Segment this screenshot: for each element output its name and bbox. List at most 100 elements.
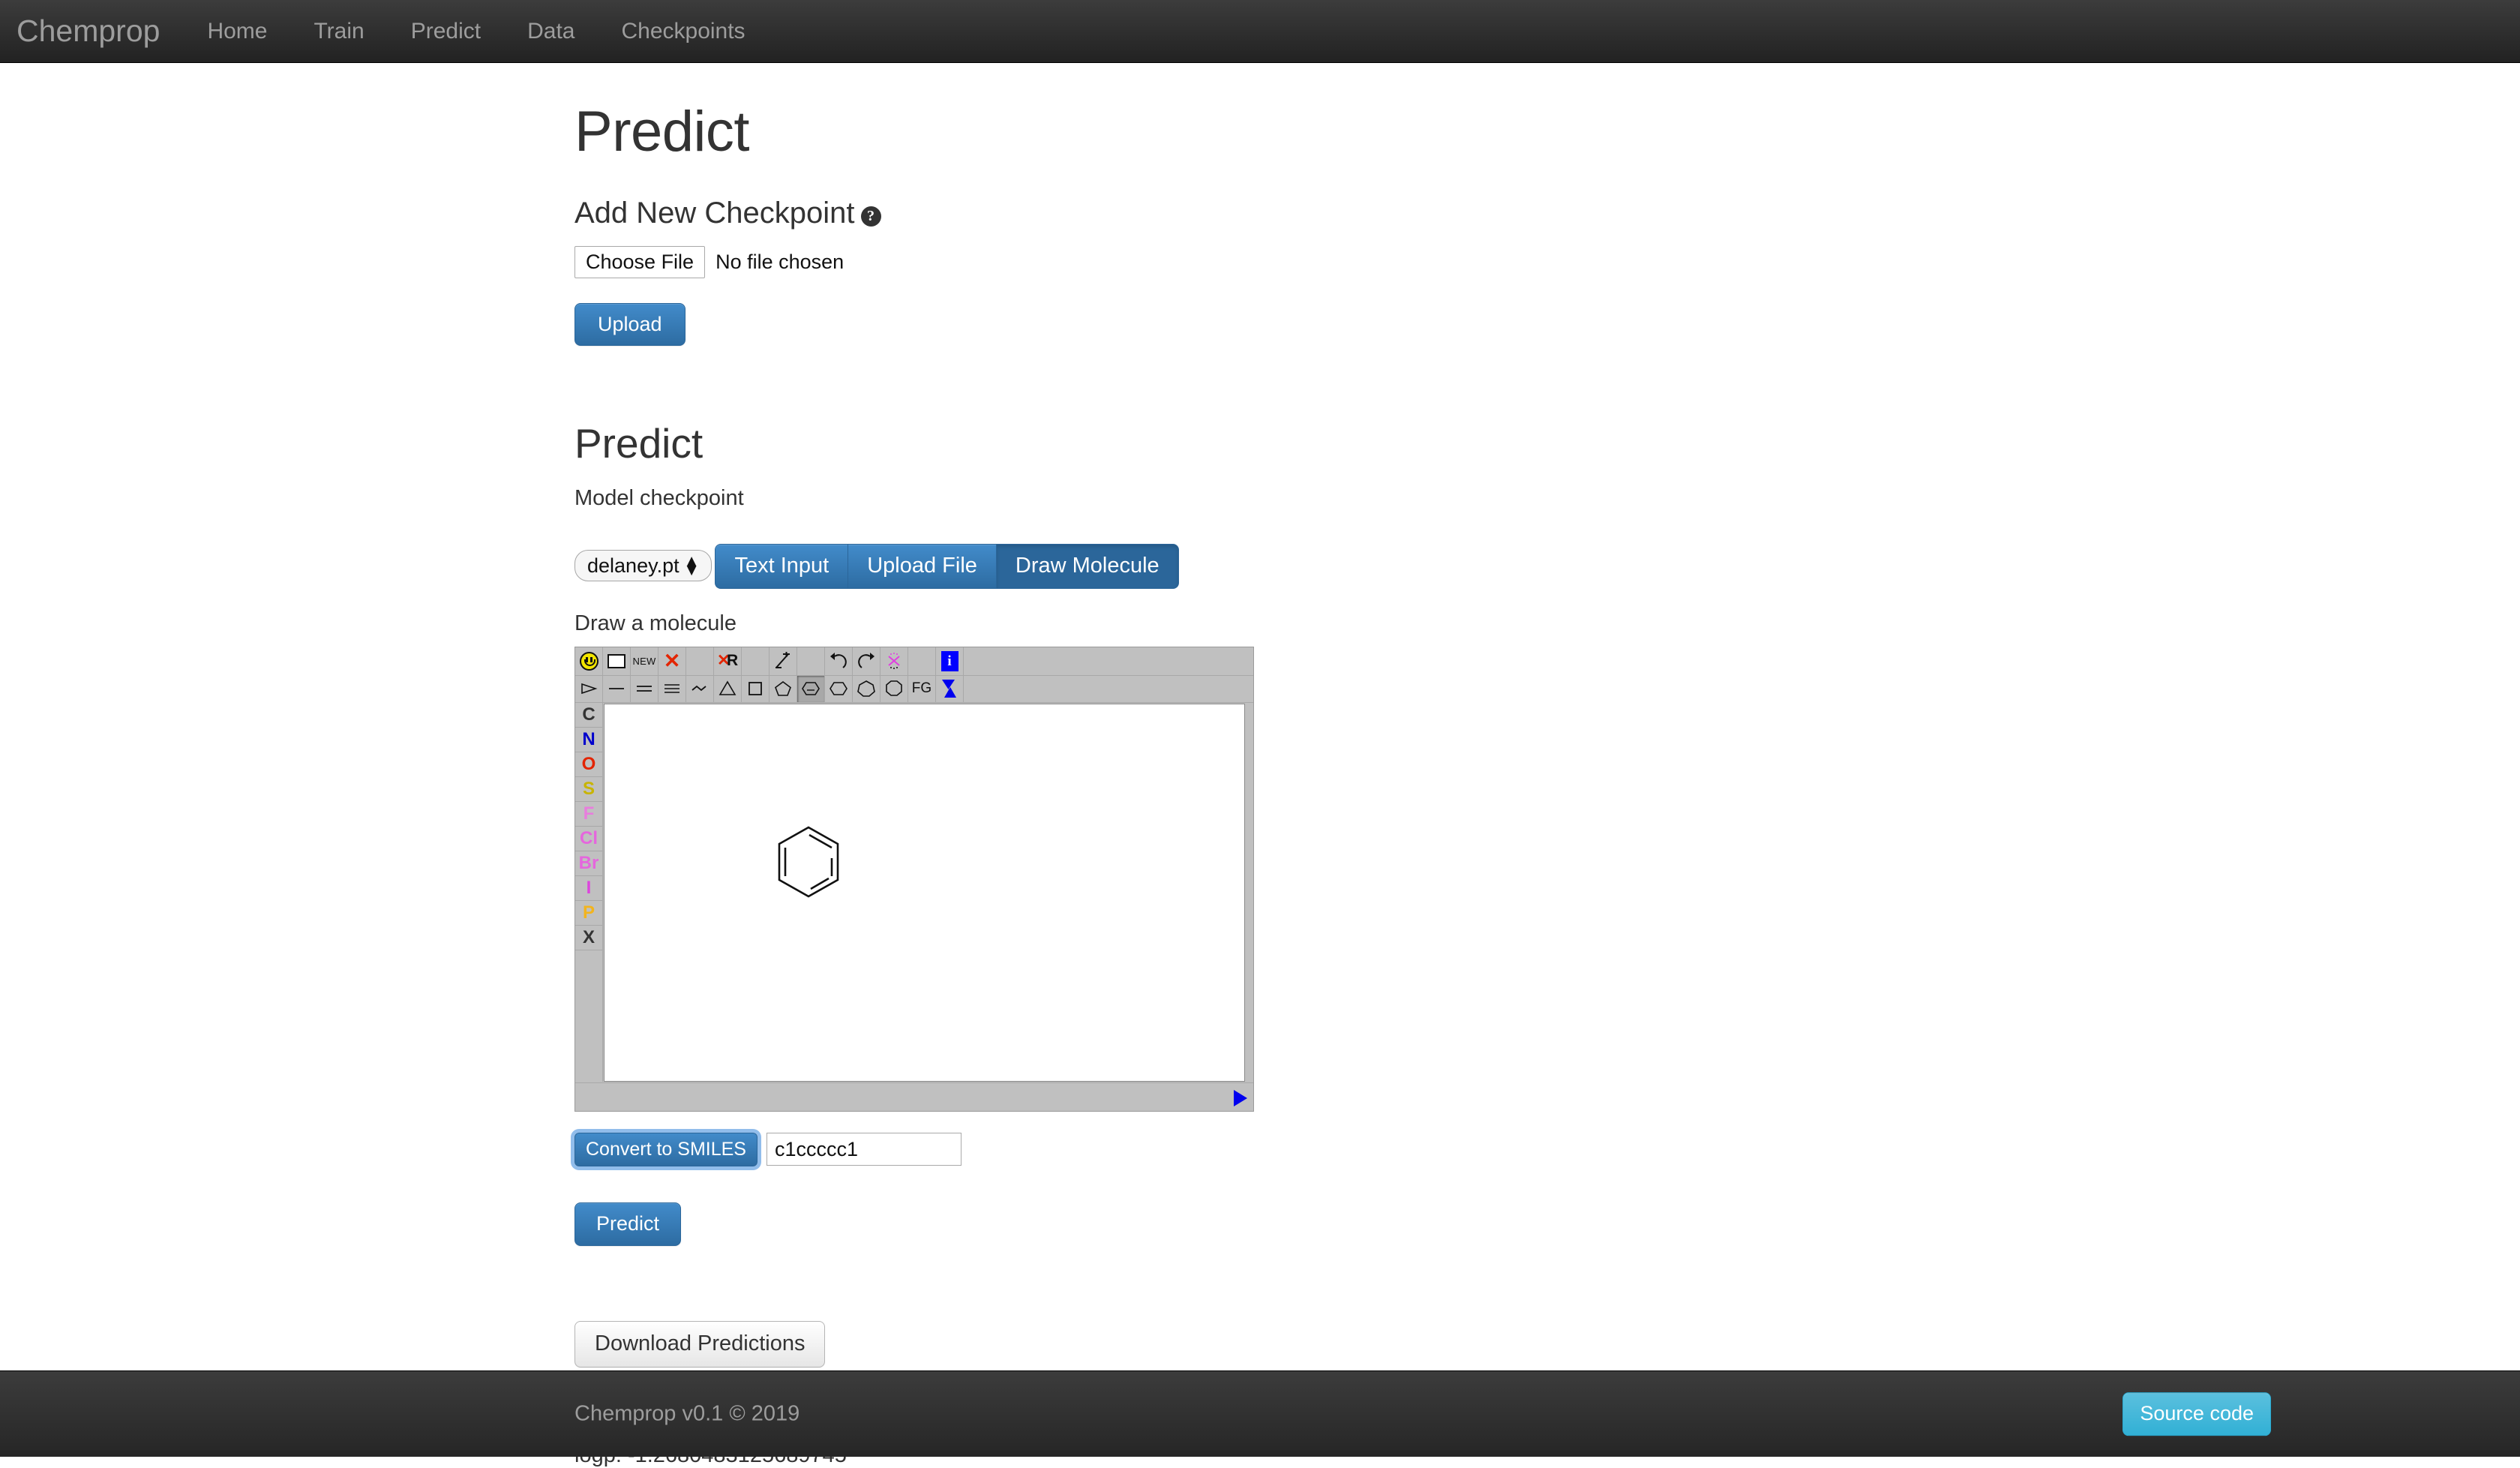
delete-icon[interactable]: ✕ (658, 647, 686, 676)
fg-text: FG (911, 680, 932, 697)
delete-r-group-icon[interactable]: ✕ R (714, 647, 742, 676)
file-status-label: No file chosen (716, 250, 844, 273)
input-mode-tab-group: Text Input Upload File Draw Molecule (715, 543, 1179, 589)
smiles-input[interactable] (766, 1133, 962, 1166)
info-icon[interactable]: i (936, 647, 964, 676)
navbar-brand[interactable]: Chemprop (0, 16, 184, 47)
cyclohexane-icon[interactable] (825, 675, 853, 703)
blank-tool-2[interactable] (742, 647, 770, 676)
nav-link-checkpoints[interactable]: Checkpoints (598, 20, 768, 43)
triangle-glyph (718, 680, 736, 696)
double-bond-icon[interactable] (631, 675, 658, 703)
footer-copyright: Chemprop v0.1 © 2019 (574, 1401, 800, 1426)
element-button-Cl[interactable]: Cl (575, 827, 602, 851)
question-mark-circle-icon[interactable]: ? (860, 206, 881, 227)
footer: Chemprop v0.1 © 2019 Source code (0, 1370, 2520, 1457)
smiley-icon[interactable] (575, 647, 603, 676)
clean-glyph (888, 653, 900, 670)
element-button-X[interactable]: X (575, 926, 602, 950)
blank-tool-3[interactable] (797, 647, 825, 676)
new-label-icon[interactable]: NEW (631, 647, 658, 676)
charge-plus-minus-icon[interactable] (770, 647, 797, 676)
pentagon-glyph (775, 681, 791, 697)
element-button-F[interactable]: F (575, 802, 602, 827)
predict-button[interactable]: Predict (574, 1202, 682, 1246)
redo-icon[interactable] (853, 647, 880, 676)
convert-to-smiles-button[interactable]: Convert to SMILES (574, 1132, 758, 1167)
blank-tool-4[interactable] (908, 647, 936, 676)
square-glyph (748, 682, 762, 696)
element-button-Br[interactable]: Br (575, 851, 602, 876)
element-button-N[interactable]: N (575, 728, 602, 752)
cyclopentane-icon[interactable] (770, 675, 797, 703)
nav-link-train[interactable]: Train (290, 20, 387, 43)
upload-button[interactable]: Upload (574, 302, 686, 347)
tab-text-input[interactable]: Text Input (715, 543, 848, 589)
undo-glyph (830, 653, 847, 669)
triple-bond-glyph (664, 684, 680, 694)
bowtie-icon[interactable] (936, 675, 964, 703)
charge-glyph (776, 652, 790, 669)
editor-toolbar-row-1: NEW ✕ ✕ R i (575, 647, 1253, 676)
element-palette: C N O S F Cl Br I P X (575, 702, 603, 1082)
element-button-I[interactable]: I (575, 876, 602, 901)
tab-upload-file[interactable]: Upload File (848, 543, 996, 589)
heptagon-glyph (857, 680, 875, 698)
model-checkpoint-select-wrapper: delaney.pt ▲ ▼ (574, 549, 712, 582)
toolbar-row-1-filler (964, 647, 1253, 676)
element-button-P[interactable]: P (575, 901, 602, 926)
smiley-glyph (579, 651, 598, 671)
file-input-row: Choose File No file chosen (574, 245, 1774, 278)
element-button-O[interactable]: O (575, 752, 602, 777)
bowtie-glyph (942, 680, 956, 698)
source-code-button[interactable]: Source code (2122, 1392, 2271, 1436)
triple-bond-icon[interactable] (658, 675, 686, 703)
benzene-ring-icon[interactable] (797, 675, 825, 703)
clean-structure-icon[interactable] (880, 647, 908, 676)
navbar: Chemprop Home Train Predict Data Checkpo… (0, 0, 2520, 63)
new-document-icon[interactable] (603, 647, 631, 676)
nav-link-predict[interactable]: Predict (388, 20, 504, 43)
toolbar-row-2-filler (964, 675, 1253, 703)
nav-link-home[interactable]: Home (184, 20, 290, 43)
main-content: Predict Add New Checkpoint? Choose File … (574, 63, 1774, 1468)
draw-molecule-label: Draw a molecule (574, 611, 736, 635)
cyclopropane-icon[interactable] (714, 675, 742, 703)
single-bond-glyph (609, 688, 624, 690)
benzene-structure[interactable] (774, 824, 843, 902)
add-checkpoint-heading-text: Add New Checkpoint (574, 196, 855, 230)
delete-x-glyph: ✕ (663, 649, 681, 672)
element-button-S[interactable]: S (575, 777, 602, 802)
molecule-editor[interactable]: NEW ✕ ✕ R i FG C N O S F Cl Br I P X (574, 646, 1254, 1112)
undo-icon[interactable] (825, 647, 853, 676)
predict-section-heading: Predict (574, 420, 704, 467)
play-arrow-icon[interactable] (1234, 1089, 1247, 1106)
single-bond-icon[interactable] (603, 675, 631, 703)
wedge-glyph (581, 683, 598, 695)
chain-icon[interactable] (686, 675, 714, 703)
editor-footer (575, 1082, 1253, 1111)
hexagon-glyph (830, 682, 848, 696)
download-predictions-button[interactable]: Download Predictions (574, 1320, 826, 1367)
functional-group-icon[interactable]: FG (908, 675, 936, 703)
editor-canvas[interactable] (604, 703, 1245, 1082)
editor-toolbar-row-2: FG (575, 675, 1253, 703)
benzene-glyph (802, 682, 820, 696)
cyclooctane-icon[interactable] (880, 675, 908, 703)
tab-draw-molecule[interactable]: Draw Molecule (995, 543, 1179, 589)
element-button-C[interactable]: C (575, 703, 602, 728)
octagon-glyph (886, 680, 902, 697)
new-text: NEW (632, 655, 656, 667)
add-checkpoint-heading: Add New Checkpoint? (574, 197, 1774, 230)
cycloheptane-icon[interactable] (853, 675, 880, 703)
blank-tool-1[interactable] (686, 647, 714, 676)
model-checkpoint-select[interactable]: delaney.pt (574, 549, 712, 582)
double-bond-glyph (637, 686, 652, 692)
model-checkpoint-label: Model checkpoint (574, 485, 744, 510)
new-document-glyph (608, 653, 626, 668)
wedge-bond-icon[interactable] (575, 675, 603, 703)
nav-link-data[interactable]: Data (504, 20, 598, 43)
choose-file-button[interactable]: Choose File (574, 245, 706, 278)
cyclobutane-icon[interactable] (742, 675, 770, 703)
